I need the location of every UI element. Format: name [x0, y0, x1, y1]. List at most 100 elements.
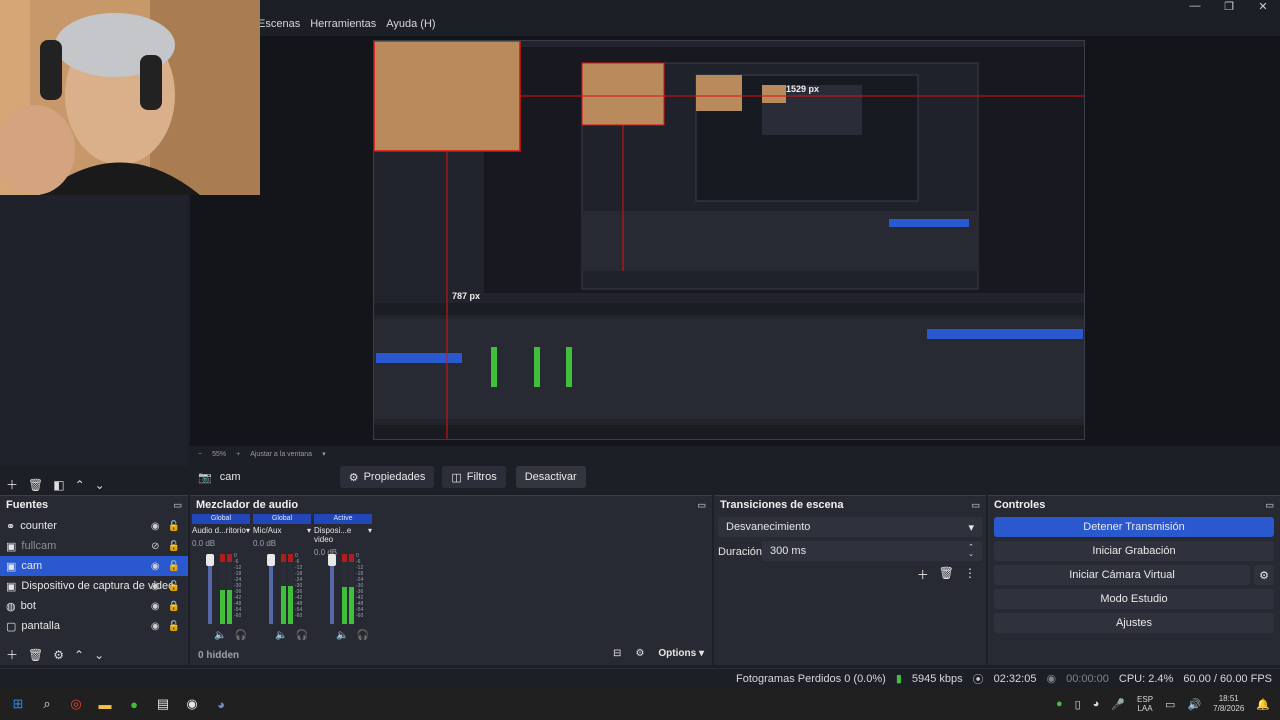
hidden-count[interactable]: 0 hidden — [198, 650, 239, 661]
menu-escenas[interactable]: Escenas — [258, 16, 300, 32]
unlock-icon[interactable]: 🔓 — [168, 621, 180, 632]
popout-icon[interactable]: ▭ — [173, 500, 182, 511]
settings-button[interactable]: Ajustes — [994, 613, 1274, 633]
eye-icon[interactable]: ◉ — [151, 581, 160, 592]
obs-icon[interactable]: ◉ — [181, 693, 203, 715]
folder-icon[interactable]: ▬ — [94, 693, 116, 715]
eye-hidden-icon[interactable]: ⊘ — [151, 541, 159, 552]
headphones-icon[interactable]: 🎧 — [295, 630, 307, 641]
maximize-button[interactable]: ❐ — [1212, 0, 1246, 14]
level-meter — [220, 554, 225, 624]
tray-battery-icon[interactable]: ▯ — [1075, 698, 1081, 711]
source-settings-icon[interactable]: ⚙ — [53, 648, 64, 662]
studio-mode-button[interactable]: Modo Estudio — [994, 589, 1274, 609]
tray-discord-icon[interactable]: ◕ — [1093, 698, 1100, 710]
eye-icon[interactable]: ◉ — [151, 621, 160, 632]
terminal-icon[interactable]: ▤ — [152, 693, 174, 715]
add-icon[interactable]: ＋ — [6, 476, 18, 493]
zoom-dropdown-icon[interactable]: ▾ — [322, 450, 326, 458]
source-item-capture-device[interactable]: ▣ Dispositivo de captura de video ◉ 🔓 — [0, 576, 188, 596]
trash-icon[interactable]: 🗑 — [28, 478, 43, 492]
lock-icon[interactable]: 🔒 — [168, 601, 180, 612]
zoom-out-button[interactable]: − — [198, 451, 202, 458]
zoom-in-button[interactable]: + — [236, 451, 240, 458]
filter-icon[interactable]: ◧ — [53, 478, 64, 492]
preview-canvas[interactable]: 1529 px 787 px — [373, 40, 1085, 440]
stop-stream-button[interactable]: Detener Transmisión — [994, 517, 1274, 537]
move-up-icon[interactable]: ⌃ — [75, 478, 85, 492]
move-down-icon[interactable]: ⌄ — [95, 478, 105, 492]
channel-name[interactable]: Mic/Aux ▾ — [253, 526, 311, 535]
start-recording-button[interactable]: Iniciar Grabación — [994, 541, 1274, 561]
network-icon[interactable]: ▭ — [1165, 698, 1175, 711]
unlock-icon[interactable]: 🔓 — [168, 541, 180, 552]
search-icon[interactable]: ⌕ — [36, 693, 58, 715]
speaker-icon[interactable]: 🔈 — [214, 630, 226, 641]
notification-icon[interactable]: 🔔 — [1256, 698, 1270, 711]
source-label: bot — [20, 600, 36, 612]
source-item-fullcam[interactable]: ▣ fullcam ⊘ 🔓 — [0, 536, 188, 556]
remove-source-icon[interactable]: 🗑 — [28, 648, 43, 662]
eye-icon[interactable]: ◉ — [151, 521, 160, 532]
chevron-down-icon: ▾ — [968, 521, 974, 534]
volume-icon[interactable]: 🔊 — [1187, 698, 1201, 711]
advanced-audio-icon[interactable]: ⚙ — [635, 648, 644, 659]
source-item-counter[interactable]: ⚭ counter ◉ 🔓 — [0, 516, 188, 536]
options-button[interactable]: Options ▾ — [658, 648, 704, 659]
chrome-icon[interactable]: ◎ — [65, 693, 87, 715]
move-up-icon[interactable]: ⌃ — [74, 648, 84, 662]
unlock-icon[interactable]: 🔓 — [168, 521, 180, 532]
add-source-icon[interactable]: ＋ — [6, 646, 18, 663]
properties-button[interactable]: ⚙ Propiedades — [339, 466, 435, 488]
source-item-pantalla[interactable]: ▢ pantalla ◉ 🔓 — [0, 616, 188, 636]
clock[interactable]: 18:51 7/8/2026 — [1213, 694, 1244, 714]
source-item-cam[interactable]: ▣ cam ◉ 🔓 — [0, 556, 188, 576]
tray-spotify-icon[interactable]: ● — [1056, 698, 1063, 710]
more-options-icon[interactable]: ⋮ — [964, 566, 976, 583]
close-button[interactable]: ✕ — [1246, 0, 1280, 14]
source-item-bot[interactable]: ◍ bot ◉ 🔒 — [0, 596, 188, 616]
popout-icon[interactable]: ▭ — [1265, 500, 1274, 511]
fader-knob[interactable] — [206, 554, 214, 566]
headphones-icon[interactable]: 🎧 — [356, 630, 368, 641]
move-down-icon[interactable]: ⌄ — [94, 648, 104, 662]
filters-button[interactable]: ◫ Filtros — [442, 466, 506, 488]
virtual-camera-settings-icon[interactable]: ⚙ — [1254, 565, 1274, 585]
spinner-icon[interactable]: ⌃ ⌄ — [968, 544, 974, 558]
volume-fader[interactable] — [330, 556, 334, 624]
eye-icon[interactable]: ◉ — [151, 601, 160, 612]
deactivate-button[interactable]: Desactivar — [515, 466, 586, 488]
speaker-icon[interactable]: 🔈 — [275, 630, 287, 641]
unlock-icon[interactable]: 🔓 — [168, 581, 180, 592]
language-indicator[interactable]: ESP LAA — [1137, 695, 1153, 713]
popout-icon[interactable]: ▭ — [971, 500, 980, 511]
fader-knob[interactable] — [267, 554, 275, 566]
filter-icon: ◫ — [451, 471, 462, 484]
channel-name[interactable]: Audio d...ritorio ▾ — [192, 526, 250, 535]
channel-name[interactable]: Disposi...e video ▾ — [314, 526, 372, 544]
volume-fader[interactable] — [208, 556, 212, 624]
menu-herramientas[interactable]: Herramientas — [310, 16, 376, 32]
add-transition-icon[interactable]: ＋ — [917, 566, 929, 583]
speaker-icon[interactable]: 🔈 — [336, 630, 348, 641]
transition-select[interactable]: Desvanecimiento ▾ — [718, 517, 982, 537]
duration-input[interactable]: 300 ms ⌃ ⌄ — [762, 541, 982, 561]
fader-knob[interactable] — [328, 554, 336, 566]
popout-icon[interactable]: ▭ — [697, 500, 706, 511]
discord-icon[interactable]: ◕ — [210, 693, 232, 715]
menu-ayuda[interactable]: Ayuda (H) — [386, 16, 435, 32]
spotify-icon[interactable]: ● — [123, 693, 145, 715]
layout-icon[interactable]: ⊟ — [613, 648, 621, 659]
eye-icon[interactable]: ◉ — [151, 561, 160, 572]
headphones-icon[interactable]: 🎧 — [234, 630, 246, 641]
volume-fader[interactable] — [269, 556, 273, 624]
virtual-camera-button[interactable]: Iniciar Cámara Virtual — [994, 565, 1250, 585]
unlock-icon[interactable]: 🔓 — [168, 561, 180, 572]
signal-icon: ▮ — [895, 673, 902, 685]
minimize-button[interactable]: — — [1178, 0, 1212, 14]
windows-start-icon[interactable]: ⊞ — [7, 693, 29, 715]
sources-header: Fuentes ▭ — [0, 496, 188, 514]
zoom-fit[interactable]: Ajustar a la ventana — [250, 451, 312, 458]
tray-mic-icon[interactable]: 🎤 — [1111, 698, 1125, 711]
remove-transition-icon[interactable]: 🗑 — [939, 566, 954, 583]
